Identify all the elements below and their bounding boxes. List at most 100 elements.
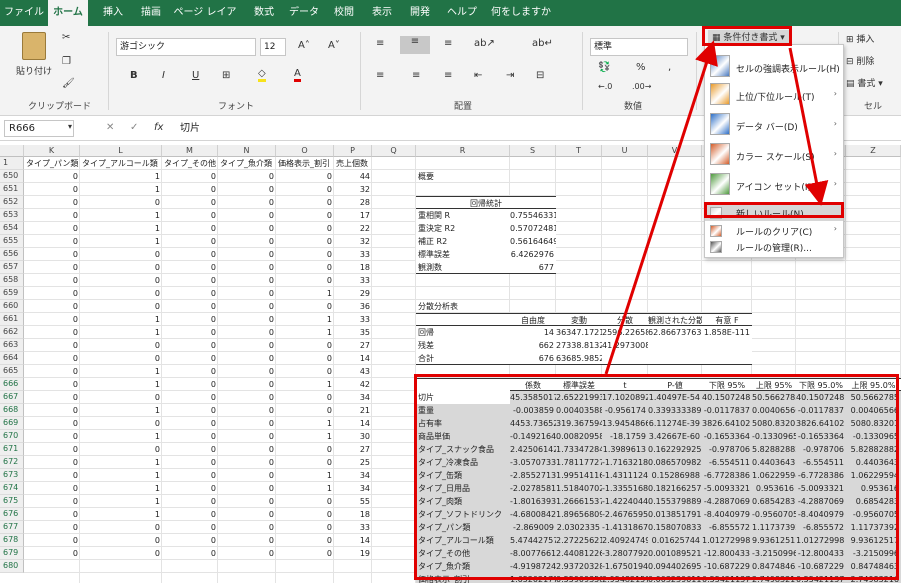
- coef-value[interactable]: 45.3585017: [510, 391, 556, 404]
- data-cell[interactable]: 1: [80, 326, 162, 339]
- data-cell[interactable]: 0: [162, 508, 218, 521]
- coef-label[interactable]: 価格表示_割引: [416, 573, 510, 583]
- paste-button[interactable]: 貼り付け: [16, 64, 52, 77]
- coef-header[interactable]: 標準誤差: [556, 378, 602, 391]
- data-cell[interactable]: 0: [218, 339, 276, 352]
- data-cell[interactable]: 0: [24, 508, 80, 521]
- stat-label[interactable]: 重決定 R2: [416, 222, 510, 235]
- enter-icon[interactable]: ✓: [130, 122, 138, 133]
- coef-value[interactable]: 0.013851791: [648, 508, 702, 521]
- col-header-V[interactable]: V: [648, 145, 702, 157]
- coef-value[interactable]: 0.00403588: [556, 404, 602, 417]
- anova-value[interactable]: 41.2973008: [602, 339, 648, 352]
- data-cell[interactable]: 0: [162, 170, 218, 183]
- data-cell[interactable]: 34: [334, 469, 372, 482]
- coef-label[interactable]: タイプ_ソフトドリンク: [416, 508, 510, 521]
- anova-value[interactable]: [702, 339, 752, 352]
- anova-value[interactable]: 662: [510, 339, 556, 352]
- data-cell[interactable]: 44: [334, 170, 372, 183]
- data-cell[interactable]: 0: [218, 274, 276, 287]
- coef-label[interactable]: タイプ_缶類: [416, 469, 510, 482]
- data-cell[interactable]: 1: [276, 378, 334, 391]
- coef-value[interactable]: 1.26661537: [556, 495, 602, 508]
- data-cell[interactable]: 1: [80, 170, 162, 183]
- copy-icon[interactable]: ❐: [62, 56, 71, 67]
- data-cell[interactable]: 1: [80, 456, 162, 469]
- data-cell[interactable]: 0: [80, 261, 162, 274]
- data-cell[interactable]: 0: [162, 274, 218, 287]
- coef-value[interactable]: -4.9198724: [510, 560, 556, 573]
- data-cell[interactable]: 0: [276, 456, 334, 469]
- data-cell[interactable]: 0: [162, 235, 218, 248]
- menu-item-3[interactable]: カラー スケール(S) ›: [705, 143, 843, 169]
- col-header-N[interactable]: N: [218, 145, 276, 157]
- data-cell[interactable]: 0: [218, 547, 276, 560]
- anova-value[interactable]: 2596.22658: [602, 326, 648, 339]
- formula-input[interactable]: 切片: [180, 120, 200, 137]
- coef-header[interactable]: 係数: [510, 378, 556, 391]
- coef-value[interactable]: -0.978706: [796, 443, 846, 456]
- data-cell[interactable]: 0: [80, 287, 162, 300]
- data-cell[interactable]: 0: [80, 196, 162, 209]
- coef-value[interactable]: 0.84748463: [846, 560, 901, 573]
- coef-value[interactable]: -5.0093321: [702, 482, 752, 495]
- data-cell[interactable]: 0: [276, 183, 334, 196]
- coef-value[interactable]: 17.1020892: [602, 391, 648, 404]
- data-cell[interactable]: 0: [162, 287, 218, 300]
- coef-label[interactable]: 重量: [416, 404, 510, 417]
- data-cell[interactable]: 0: [80, 417, 162, 430]
- data-cell[interactable]: 0: [218, 521, 276, 534]
- tab-7[interactable]: 校閲: [326, 0, 362, 26]
- data-cell[interactable]: 0: [80, 300, 162, 313]
- data-cell[interactable]: 1: [276, 430, 334, 443]
- data-cell[interactable]: 0: [80, 352, 162, 365]
- data-cell[interactable]: 33: [334, 521, 372, 534]
- coef-value[interactable]: 1.06229594: [846, 469, 901, 482]
- coef-value[interactable]: 4453.73652: [510, 417, 556, 430]
- summary-title[interactable]: 概要: [416, 170, 510, 183]
- row-header[interactable]: 657: [0, 261, 24, 274]
- data-cell[interactable]: 0: [276, 300, 334, 313]
- coef-value[interactable]: 0.003239611: [648, 573, 702, 583]
- align-right-icon[interactable]: ≡: [444, 70, 452, 81]
- data-cell[interactable]: 27: [334, 443, 372, 456]
- stat-label[interactable]: 重相関 R: [416, 209, 510, 222]
- coef-value[interactable]: -0.956174: [602, 404, 648, 417]
- data-cell[interactable]: 0: [276, 547, 334, 560]
- data-cell[interactable]: 0: [80, 339, 162, 352]
- anova-value[interactable]: [648, 339, 702, 352]
- anova-header[interactable]: 自由度: [510, 313, 556, 326]
- stat-value[interactable]: 0.75546331: [510, 209, 556, 222]
- coef-value[interactable]: -4.2887069: [796, 495, 846, 508]
- coef-value[interactable]: -10.687229: [702, 560, 752, 573]
- tab-0[interactable]: ファイル: [4, 0, 44, 26]
- tab-11[interactable]: 何をしますか: [486, 0, 556, 26]
- coef-label[interactable]: タイプ_アルコール類: [416, 534, 510, 547]
- coef-header[interactable]: 上限 95%: [752, 378, 796, 391]
- anova-value[interactable]: 1.858E-111: [702, 326, 752, 339]
- coef-value[interactable]: 1.11737392: [846, 521, 901, 534]
- coef-value[interactable]: -0.0117837: [796, 404, 846, 417]
- data-cell[interactable]: 1: [80, 209, 162, 222]
- coef-label[interactable]: 商品単価: [416, 430, 510, 443]
- coef-value[interactable]: -4.2887069: [702, 495, 752, 508]
- row-header[interactable]: 672: [0, 456, 24, 469]
- data-cell[interactable]: [162, 560, 218, 573]
- anova-value[interactable]: 14: [510, 326, 556, 339]
- row-header[interactable]: 658: [0, 274, 24, 287]
- data-cell[interactable]: 0: [162, 469, 218, 482]
- row-header[interactable]: 673: [0, 469, 24, 482]
- regression-stats-title[interactable]: 回帰統計: [416, 196, 556, 209]
- insert-cells-button[interactable]: ⊞ 挿入: [846, 32, 874, 45]
- data-cell[interactable]: 0: [24, 248, 80, 261]
- data-cell[interactable]: 0: [162, 378, 218, 391]
- coef-value[interactable]: 0.55421137: [702, 573, 752, 583]
- data-cell[interactable]: 14: [334, 417, 372, 430]
- data-cell[interactable]: 1: [80, 404, 162, 417]
- coef-value[interactable]: -2.0278581: [510, 482, 556, 495]
- data-cell[interactable]: 0: [218, 248, 276, 261]
- coef-value[interactable]: -12.800433: [702, 547, 752, 560]
- coef-value[interactable]: 1.73347284: [556, 443, 602, 456]
- data-cell[interactable]: 1: [80, 495, 162, 508]
- data-cell[interactable]: 32: [334, 183, 372, 196]
